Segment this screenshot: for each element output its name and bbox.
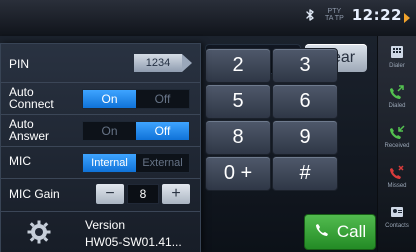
call-button[interactable]: Call bbox=[304, 214, 376, 250]
mic-gain-increase-button[interactable]: + bbox=[162, 184, 190, 204]
sidebar-item-contacts[interactable]: Contacts bbox=[378, 196, 416, 236]
bluetooth-settings-panel: PIN 1234 Auto Connect On Off Auto Answer… bbox=[0, 43, 201, 252]
status-area: PTY TA TP 12:22 bbox=[303, 6, 410, 24]
auto-connect-row: Auto Connect On Off bbox=[1, 83, 200, 115]
mic-external[interactable]: External bbox=[136, 154, 189, 172]
clock-mark-icon bbox=[404, 13, 410, 23]
sidebar-item-missed[interactable]: Missed bbox=[378, 156, 416, 196]
mic-internal[interactable]: Internal bbox=[83, 154, 136, 172]
contacts-icon bbox=[388, 203, 406, 221]
auto-connect-on[interactable]: On bbox=[83, 90, 136, 108]
mic-source-toggle: Internal External bbox=[82, 153, 190, 173]
top-status-bar: PTY TA TP 12:22 bbox=[0, 0, 416, 37]
missed-calls-icon bbox=[388, 163, 406, 181]
call-label: Call bbox=[336, 222, 367, 241]
sidebar-label-missed: Missed bbox=[387, 183, 407, 189]
version-value: HW05-SW01.41... bbox=[85, 235, 182, 249]
auto-answer-label: Auto Answer bbox=[9, 118, 49, 142]
auto-answer-row: Auto Answer On Off bbox=[1, 115, 200, 147]
key-hash[interactable]: # bbox=[272, 156, 338, 191]
key-2[interactable]: 2 bbox=[205, 48, 271, 83]
sidebar-item-dialer[interactable]: Dialer bbox=[378, 36, 416, 76]
received-calls-icon bbox=[388, 123, 406, 141]
pty-line-1: PTY bbox=[327, 8, 342, 15]
sidebar-label-dialed: Dialed bbox=[388, 103, 406, 109]
auto-connect-label: Auto Connect bbox=[9, 86, 54, 110]
mic-row: MIC Internal External bbox=[1, 147, 200, 179]
sidebar-item-dialed[interactable]: Dialed bbox=[378, 76, 416, 116]
mic-gain-stepper: − 8 + bbox=[96, 184, 190, 206]
key-3[interactable]: 3 bbox=[272, 48, 338, 83]
gear-icon bbox=[26, 219, 52, 245]
auto-connect-off[interactable]: Off bbox=[136, 90, 189, 108]
mic-gain-row: MIC Gain − 8 + bbox=[1, 179, 200, 212]
dialer-icon bbox=[388, 43, 406, 61]
mic-gain-decrease-button[interactable]: − bbox=[96, 184, 124, 204]
auto-answer-label-line2: Answer bbox=[9, 129, 50, 143]
mic-label: MIC bbox=[9, 154, 31, 168]
version-label: Version bbox=[85, 218, 126, 232]
bluetooth-icon bbox=[303, 8, 317, 22]
sidebar-label-dialer: Dialer bbox=[389, 63, 405, 69]
key-5[interactable]: 5 bbox=[205, 84, 271, 119]
bluetooth-phone-screen: PTY TA TP 12:22 Clear 2 3 5 6 8 9 0 + # … bbox=[0, 0, 416, 252]
version-row: Version HW05-SW01.41... bbox=[1, 212, 200, 252]
auto-answer-toggle: On Off bbox=[82, 121, 190, 141]
sidebar-label-received: Received bbox=[384, 143, 410, 149]
auto-answer-off[interactable]: Off bbox=[136, 122, 189, 140]
pin-label: PIN bbox=[9, 57, 30, 71]
key-8[interactable]: 8 bbox=[205, 120, 271, 155]
auto-answer-on[interactable]: On bbox=[83, 122, 136, 140]
sidebar-item-received[interactable]: Received bbox=[378, 116, 416, 156]
key-0-plus[interactable]: 0 + bbox=[205, 156, 271, 191]
pin-row: PIN 1234 bbox=[1, 44, 200, 83]
pty-line-2: TA TP bbox=[324, 15, 344, 22]
auto-connect-label-line2: Connect bbox=[9, 97, 54, 111]
mic-gain-value: 8 bbox=[127, 184, 159, 204]
mic-gain-label: MIC Gain bbox=[9, 187, 60, 201]
right-sidebar: Dialer Dialed Received Missed Contacts bbox=[377, 36, 416, 252]
dialed-calls-icon bbox=[388, 83, 406, 101]
clock-time: 12:22 bbox=[351, 6, 402, 24]
pin-arrow-icon bbox=[182, 54, 192, 72]
auto-connect-toggle: On Off bbox=[82, 89, 190, 109]
phone-handset-icon bbox=[314, 222, 330, 243]
sidebar-label-contacts: Contacts bbox=[385, 223, 409, 229]
pin-value-button[interactable]: 1234 bbox=[134, 54, 182, 72]
pty-indicator: PTY TA TP bbox=[325, 8, 344, 22]
key-9[interactable]: 9 bbox=[272, 120, 338, 155]
key-6[interactable]: 6 bbox=[272, 84, 338, 119]
